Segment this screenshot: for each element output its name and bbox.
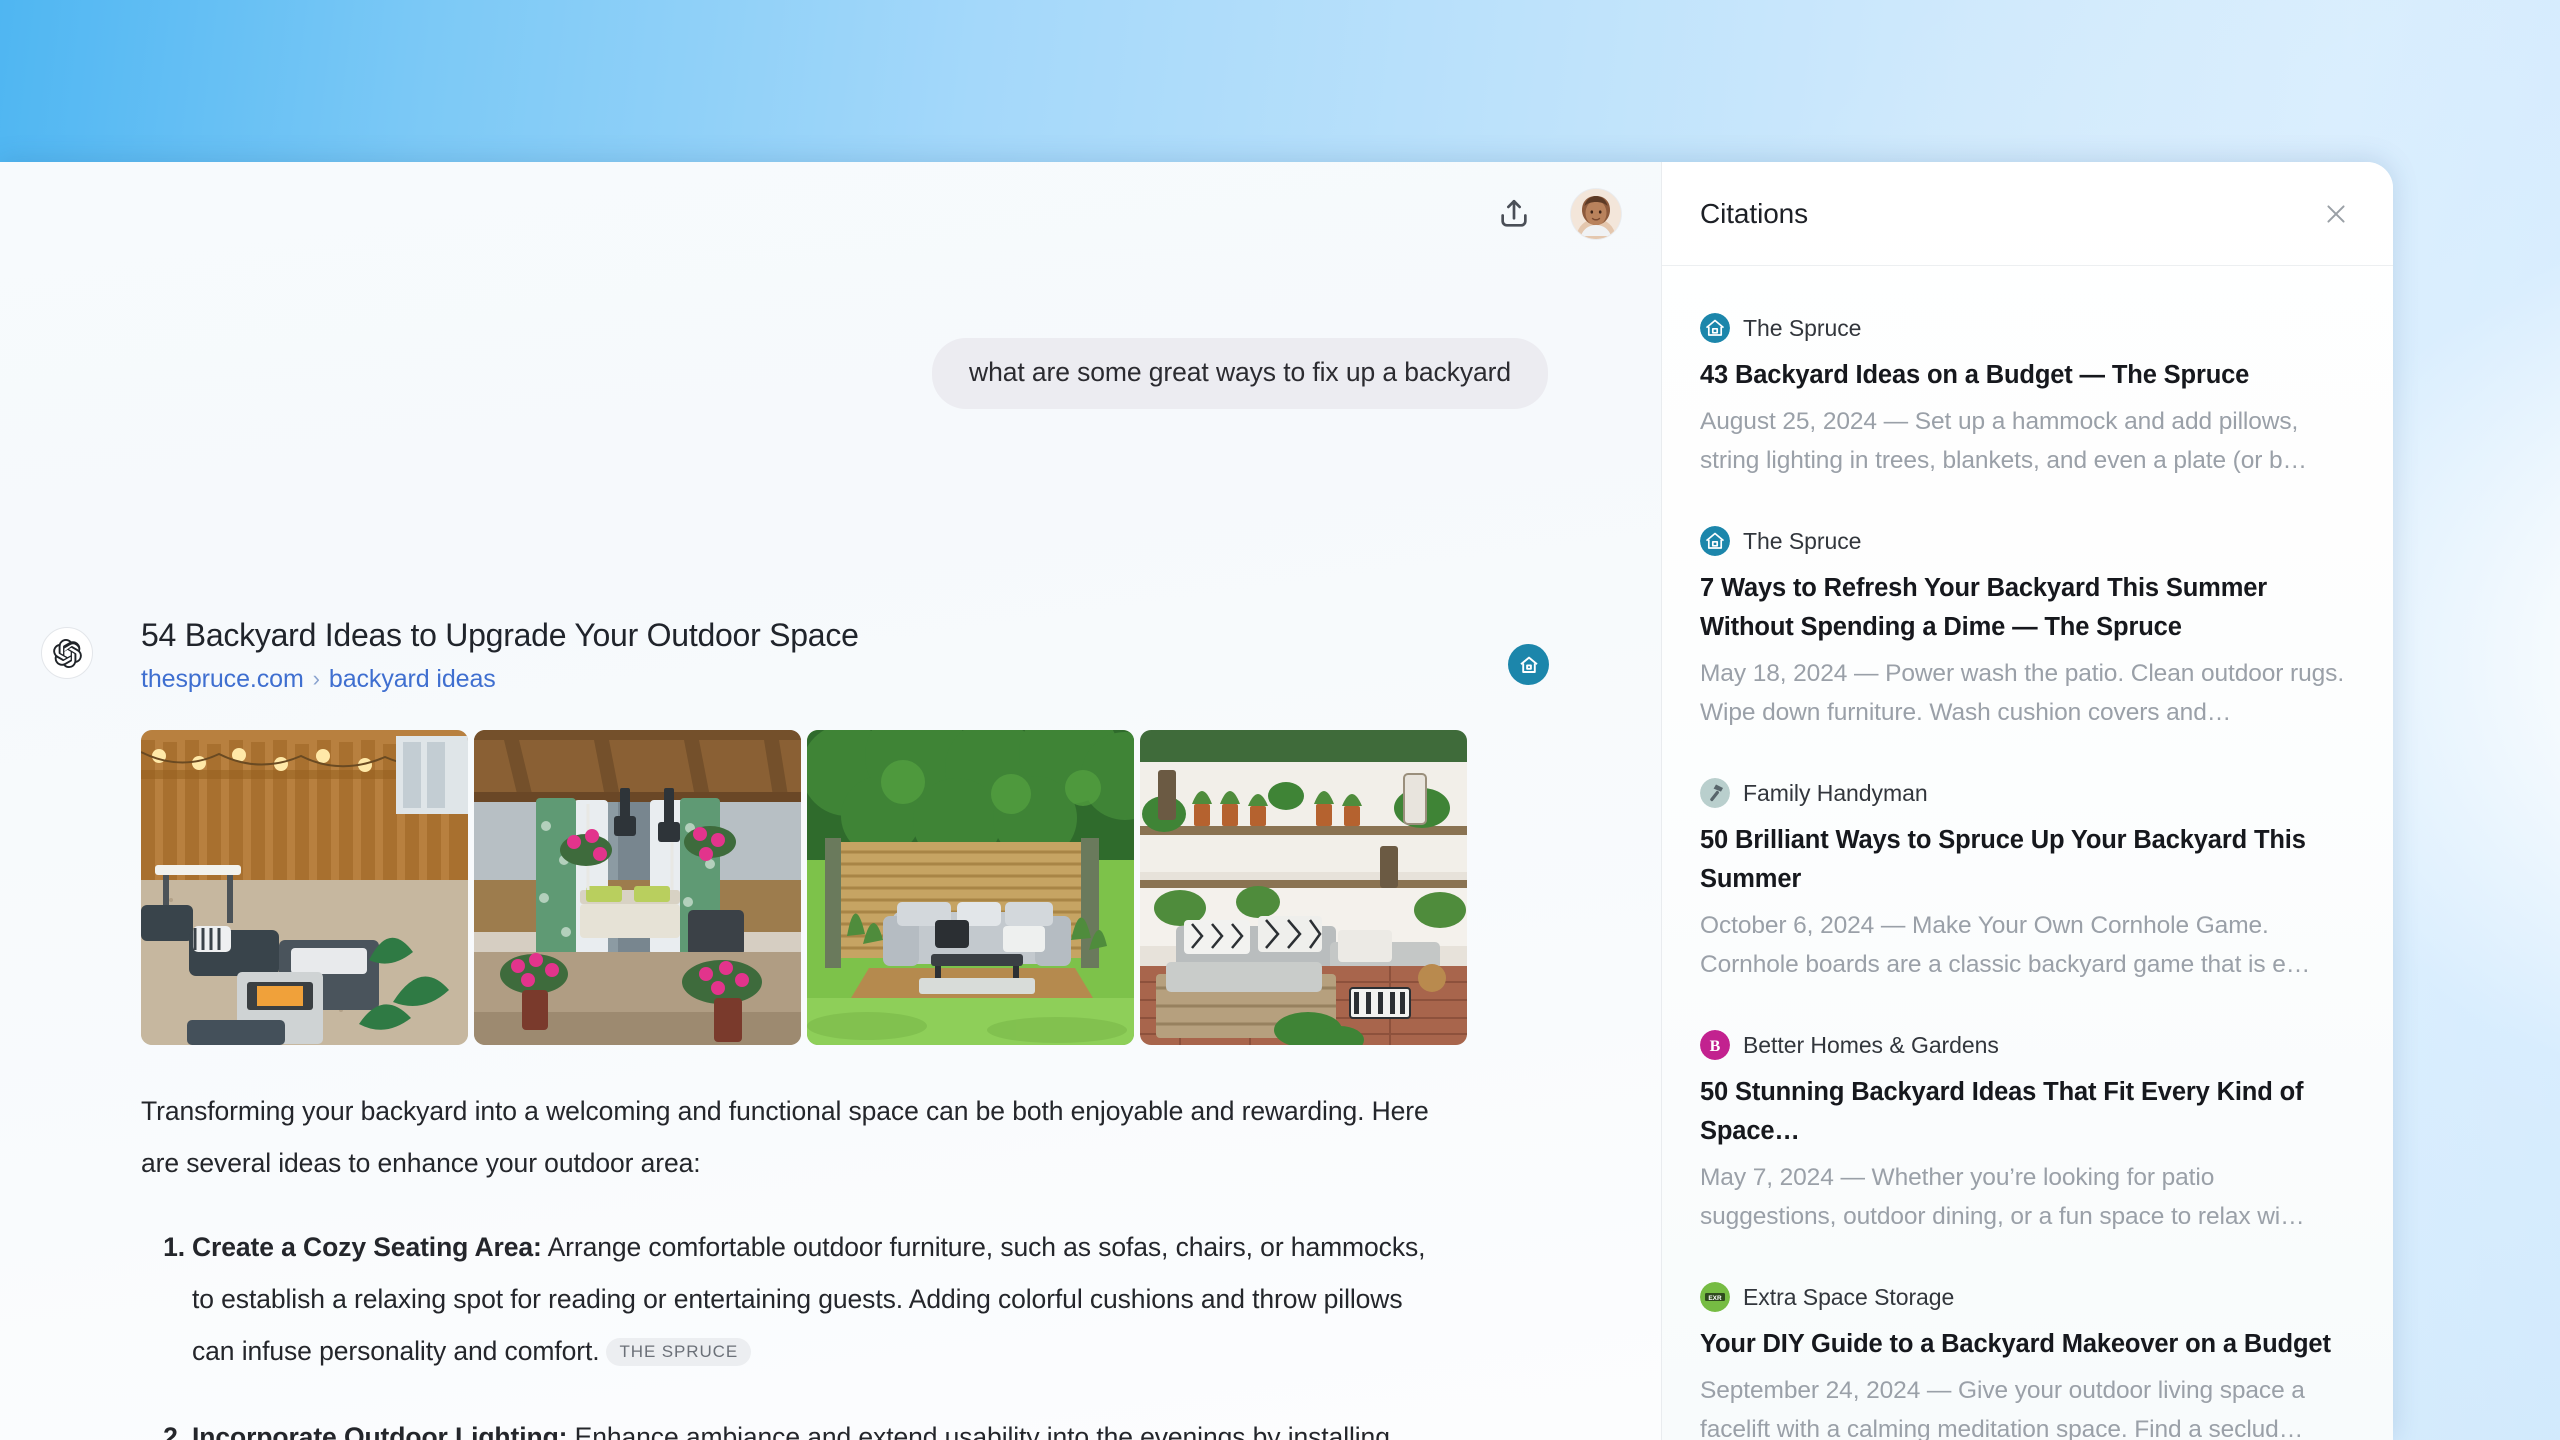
- list-item-lead: Incorporate Outdoor Lighting:: [192, 1421, 568, 1440]
- chat-topbar: [0, 162, 1661, 266]
- citation-source: EXR Extra Space Storage: [1700, 1282, 2355, 1312]
- citations-panel: Citations The Spruce 43 Backyard Ideas o…: [1661, 162, 2393, 1440]
- svg-text:B: B: [1710, 1038, 1721, 1055]
- citations-panel-header: Citations: [1662, 162, 2393, 266]
- thumbnail-image-3[interactable]: [807, 729, 1134, 1045]
- extra-space-storage-icon: EXR: [1700, 1282, 1730, 1312]
- citations-panel-title: Citations: [1700, 197, 1809, 229]
- breadcrumb-path: backyard ideas: [328, 664, 496, 693]
- citation-source: The Spruce: [1700, 313, 2355, 343]
- citation-source: Family Handyman: [1700, 778, 2355, 808]
- openai-logo-icon: [41, 627, 93, 679]
- citation-snippet: May 18, 2024 — Power wash the patio. Cle…: [1700, 660, 2345, 726]
- list-item: Create a Cozy Seating Area: Arrange comf…: [141, 1221, 1441, 1377]
- citation-item[interactable]: The Spruce 7 Ways to Refresh Your Backya…: [1700, 526, 2355, 732]
- chevron-right-icon: ›: [312, 666, 320, 692]
- user-message-bubble: what are some great ways to fix up a bac…: [932, 338, 1548, 409]
- citation-source-name: Better Homes & Gardens: [1743, 1031, 1999, 1058]
- desktop-backdrop: what are some great ways to fix up a bac…: [0, 0, 2560, 1440]
- citation-item[interactable]: B Better Homes & Gardens 50 Stunning Bac…: [1700, 1030, 2355, 1236]
- app-window: what are some great ways to fix up a bac…: [0, 162, 2393, 1440]
- assistant-response: 54 Backyard Ideas to Upgrade Your Outdoo…: [0, 617, 1661, 1440]
- citation-snippet: May 7, 2024 — Whether you’re looking for…: [1700, 1164, 2305, 1230]
- citation-source: The Spruce: [1700, 526, 2355, 556]
- thumbnail-strip: [141, 729, 1541, 1045]
- page-title: 54 Backyard Ideas to Upgrade Your Outdoo…: [141, 617, 859, 653]
- citation-title: 43 Backyard Ideas on a Budget — The Spru…: [1700, 361, 2250, 389]
- result-card-header: 54 Backyard Ideas to Upgrade Your Outdoo…: [141, 617, 1549, 694]
- thumbnail-image-4[interactable]: [1140, 729, 1467, 1045]
- citation-item[interactable]: The Spruce 43 Backyard Ideas on a Budget…: [1700, 313, 2355, 480]
- hammer-icon: [1700, 778, 1730, 808]
- the-spruce-house-icon: [1700, 526, 1730, 556]
- user-message-row: what are some great ways to fix up a bac…: [0, 338, 1661, 409]
- citation-snippet: September 24, 2024 — Give your outdoor l…: [1700, 1377, 2305, 1440]
- citation-title: 50 Stunning Backyard Ideas That Fit Ever…: [1700, 1078, 2304, 1145]
- citation-source: B Better Homes & Gardens: [1700, 1030, 2355, 1060]
- citation-source-name: Family Handyman: [1743, 779, 1928, 806]
- close-icon[interactable]: [2315, 193, 2357, 235]
- answer-intro: Transforming your backyard into a welcom…: [141, 1095, 1429, 1178]
- citation-title: 7 Ways to Refresh Your Backyard This Sum…: [1700, 574, 2268, 641]
- citations-list[interactable]: The Spruce 43 Backyard Ideas on a Budget…: [1662, 266, 2393, 1440]
- citation-item[interactable]: Family Handyman 50 Brilliant Ways to Spr…: [1700, 778, 2355, 984]
- citation-snippet: October 6, 2024 — Make Your Own Cornhole…: [1700, 912, 2311, 978]
- citation-source-name: The Spruce: [1743, 314, 1862, 341]
- user-avatar[interactable]: [1571, 189, 1621, 239]
- the-spruce-house-icon: [1700, 313, 1730, 343]
- answer-body: Transforming your backyard into a welcom…: [141, 1085, 1441, 1440]
- inline-citation-chip[interactable]: THE SPRUCE: [606, 1337, 752, 1366]
- list-item: Incorporate Outdoor Lighting: Enhance am…: [141, 1411, 1441, 1440]
- thumbnail-image-1[interactable]: [141, 729, 468, 1045]
- breadcrumb[interactable]: thespruce.com › backyard ideas: [141, 665, 1541, 694]
- bhg-b-icon: B: [1700, 1030, 1730, 1060]
- citation-source-name: Extra Space Storage: [1743, 1283, 1955, 1310]
- answer-list: Create a Cozy Seating Area: Arrange comf…: [141, 1221, 1441, 1440]
- citation-source-name: The Spruce: [1743, 527, 1862, 554]
- list-item-lead: Create a Cozy Seating Area:: [192, 1231, 542, 1262]
- svg-text:EXR: EXR: [1708, 1295, 1722, 1302]
- the-spruce-house-icon[interactable]: [1508, 644, 1549, 685]
- share-upload-icon[interactable]: [1487, 187, 1541, 241]
- breadcrumb-domain: thespruce.com: [141, 664, 304, 693]
- citation-title: Your DIY Guide to a Backyard Makeover on…: [1700, 1330, 2331, 1358]
- citation-snippet: August 25, 2024 — Set up a hammock and a…: [1700, 408, 2307, 474]
- citation-item[interactable]: EXR Extra Space Storage Your DIY Guide t…: [1700, 1282, 2355, 1440]
- thumbnail-image-2[interactable]: [474, 729, 801, 1045]
- citation-title: 50 Brilliant Ways to Spruce Up Your Back…: [1700, 826, 2306, 893]
- chat-column: what are some great ways to fix up a bac…: [0, 162, 1661, 1440]
